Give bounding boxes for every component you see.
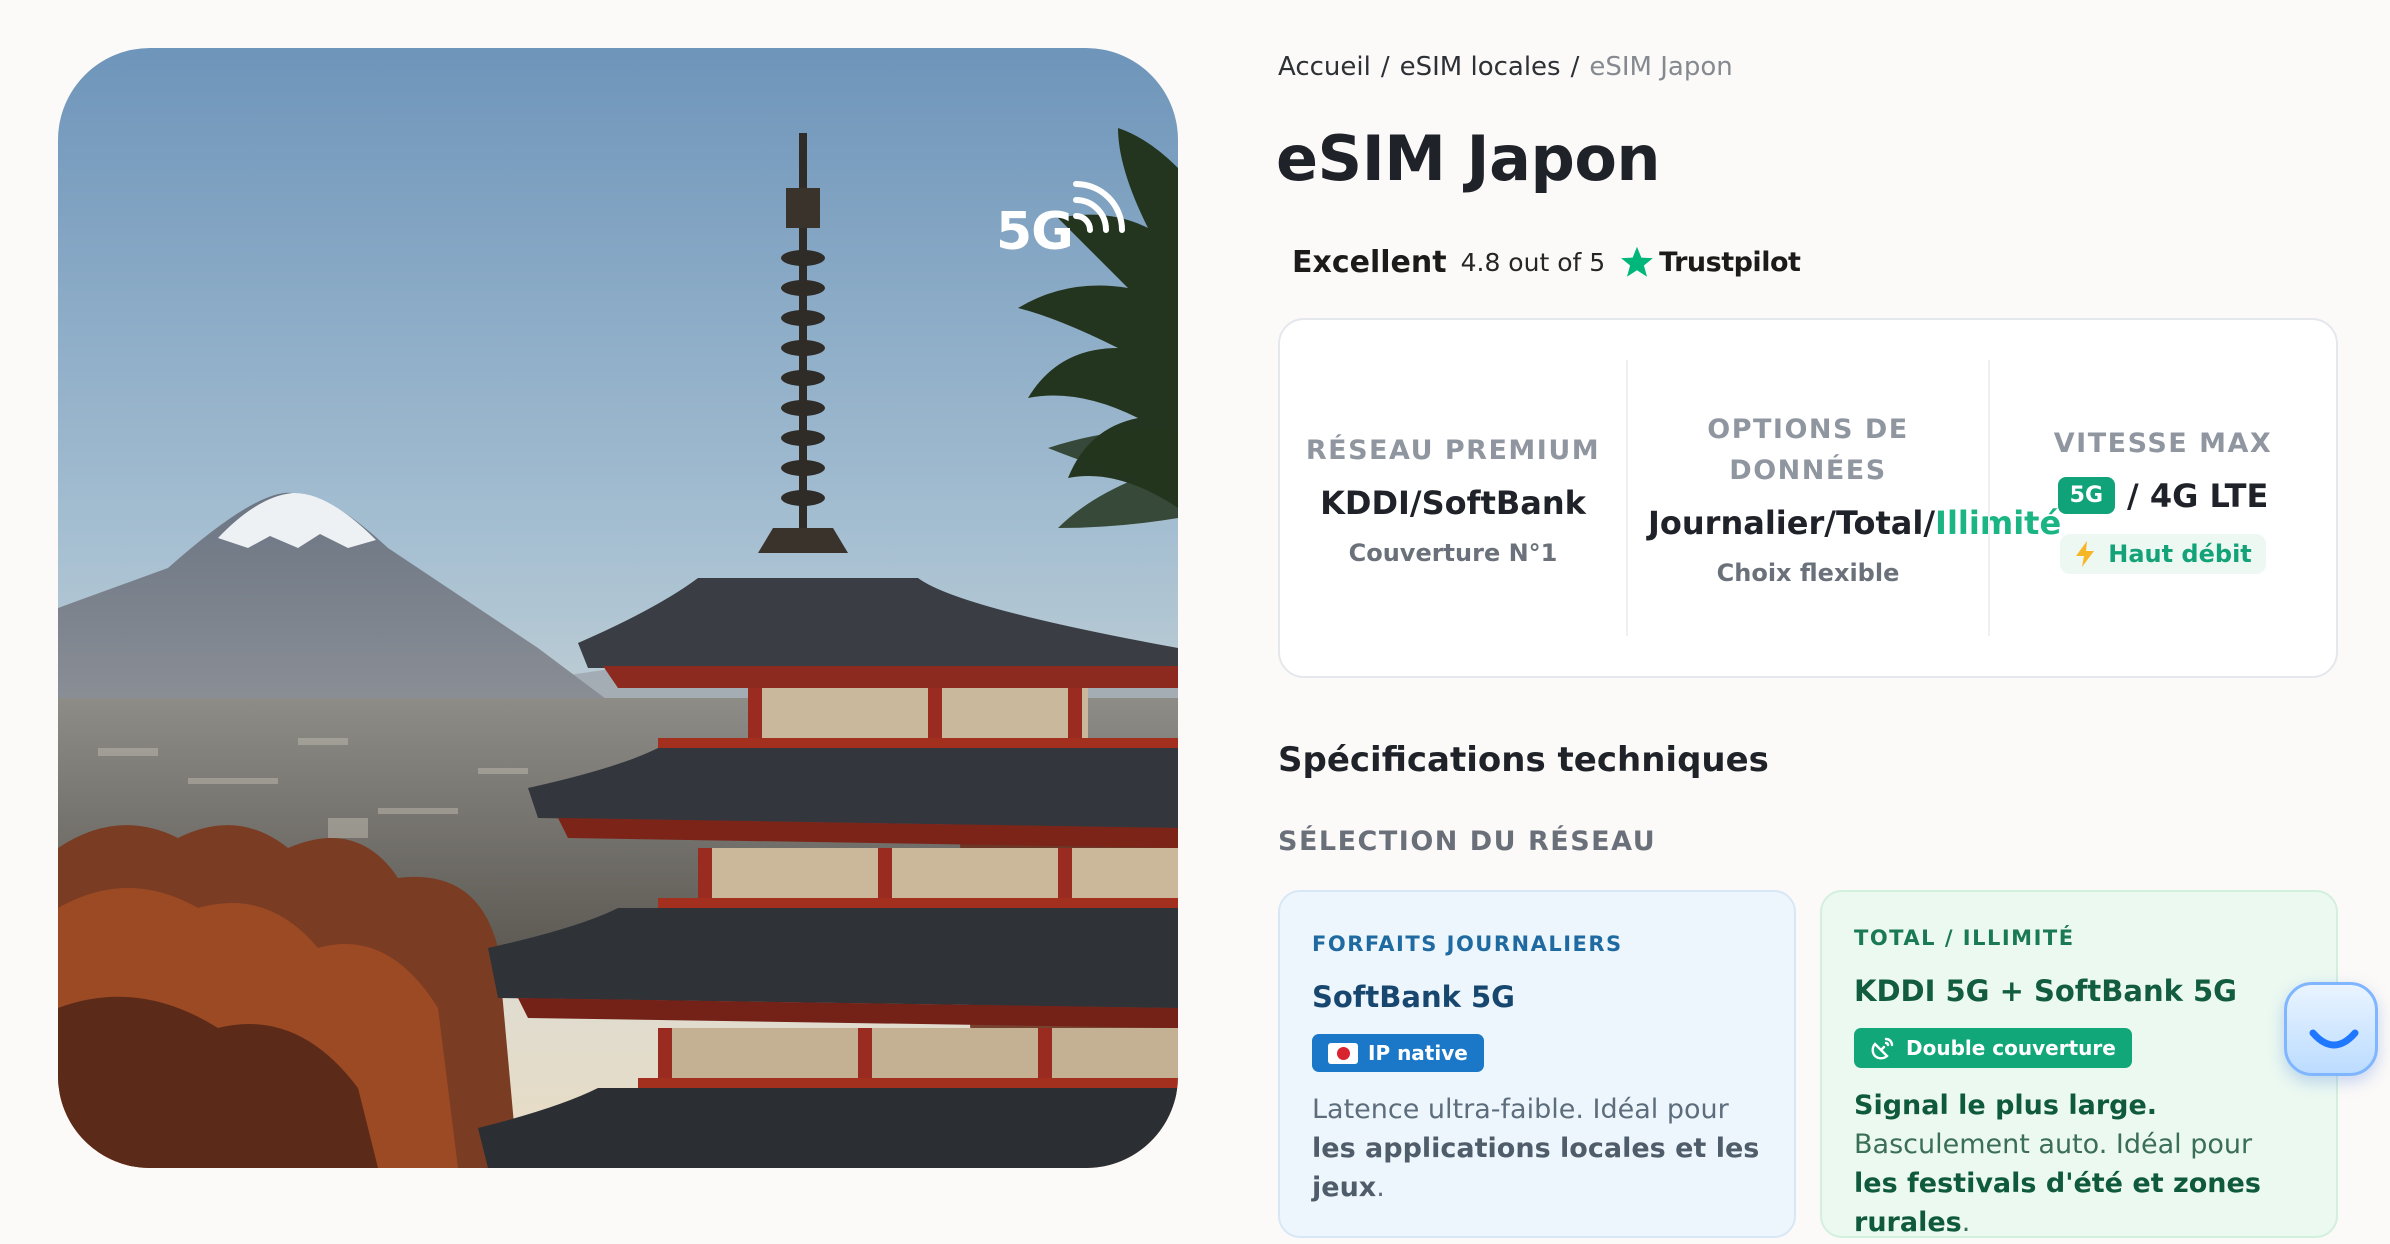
key-features-box: RÉSEAU PREMIUM KDDI/SoftBank Couverture … xyxy=(1278,318,2338,678)
total-unlimited-card: TOTAL / ILLIMITÉ KDDI 5G + SoftBank 5G D… xyxy=(1820,890,2338,1238)
native-ip-label: IP native xyxy=(1368,1041,1468,1065)
stat-network-value: KDDI/SoftBank xyxy=(1320,483,1586,522)
daily-plans-network: SoftBank 5G xyxy=(1312,980,1515,1014)
breadcrumb-current: eSIM Japon xyxy=(1589,52,1733,82)
high-speed-badge: Haut débit xyxy=(2060,533,2266,574)
desc-text: . xyxy=(1376,1172,1385,1203)
breadcrumb-local-esims[interactable]: eSIM locales xyxy=(1400,52,1561,82)
network-selection-heading: SÉLECTION DU RÉSEAU xyxy=(1278,826,1657,857)
native-ip-tag: IP native xyxy=(1312,1034,1484,1072)
trustpilot-logo-text: Trustpilot xyxy=(1659,246,1801,278)
breadcrumb: Accueil / eSIM locales / eSIM Japon xyxy=(1278,52,1733,82)
stat-data-options-value-prefix: Journalier/Total/ xyxy=(1648,504,1936,542)
stat-data-options: OPTIONS DE DONNÉES Journalier/Total/Illi… xyxy=(1626,360,2061,636)
5g-badge: 5G xyxy=(996,140,1166,280)
lightning-icon xyxy=(2076,540,2095,567)
double-coverage-label: Double couverture xyxy=(1906,1036,2116,1060)
daily-plans-kicker: FORFAITS JOURNALIERS xyxy=(1312,932,1623,956)
stat-network-label: RÉSEAU PREMIUM xyxy=(1305,434,1601,466)
stat-speed-label: VITESSE MAX xyxy=(2053,427,2273,459)
stat-data-options-value: Journalier/Total/Illimité xyxy=(1648,503,2061,543)
stat-speed-value: / 4G LTE xyxy=(2127,476,2269,515)
desc-bold: Signal le plus large. xyxy=(1854,1090,2158,1121)
breadcrumb-separator: / xyxy=(1570,52,1580,82)
trustpilot-rating[interactable]: Excellent 4.8 out of 5 Trustpilot xyxy=(1292,244,1801,280)
page-title: eSIM Japon xyxy=(1276,122,1661,195)
breadcrumb-separator: / xyxy=(1380,52,1390,82)
total-unlimited-kicker: TOTAL / ILLIMITÉ xyxy=(1854,926,2075,950)
daily-plans-description: Latence ultra-faible. Idéal pour les app… xyxy=(1312,1090,1762,1207)
desc-text: Latence ultra-faible. Idéal pour xyxy=(1312,1094,1729,1125)
specs-title: Spécifications techniques xyxy=(1278,740,1769,780)
desc-text: . xyxy=(1961,1207,1971,1238)
stat-data-options-sub: Choix flexible xyxy=(1716,559,1900,587)
total-unlimited-description: Signal le plus large. Basculement auto. … xyxy=(1854,1086,2304,1242)
rating-score: 4.8 out of 5 xyxy=(1460,247,1606,277)
stat-speed: VITESSE MAX 5G / 4G LTE Haut débit xyxy=(1988,360,2336,636)
desc-bold: les festivals d'été et zones rurales xyxy=(1854,1168,2261,1238)
stat-speed-row: 5G / 4G LTE xyxy=(2057,476,2269,516)
breadcrumb-home[interactable]: Accueil xyxy=(1278,52,1371,82)
star-icon xyxy=(1621,246,1654,277)
double-coverage-tag: Double couverture xyxy=(1854,1028,2132,1068)
5g-pill: 5G xyxy=(2057,477,2116,514)
stat-network-sub: Couverture N°1 xyxy=(1348,538,1558,567)
5g-badge-label: 5G xyxy=(996,202,1074,262)
high-speed-label: Haut débit xyxy=(2108,539,2252,568)
rating-label: Excellent xyxy=(1292,244,1447,280)
signal-waves-icon xyxy=(1073,181,1125,233)
hero-image: 5G xyxy=(58,48,1178,1168)
daily-plans-card: FORFAITS JOURNALIERS SoftBank 5G IP nati… xyxy=(1278,890,1796,1238)
stat-network: RÉSEAU PREMIUM KDDI/SoftBank Couverture … xyxy=(1280,320,1626,676)
smile-chat-icon xyxy=(2309,1029,2359,1049)
total-unlimited-network: KDDI 5G + SoftBank 5G xyxy=(1854,974,2237,1008)
chat-widget-button[interactable] xyxy=(2284,982,2378,1076)
desc-text: Basculement auto. Idéal pour xyxy=(1854,1129,2253,1160)
japan-flag-icon xyxy=(1328,1042,1358,1064)
satellite-icon xyxy=(1871,1037,1894,1060)
stat-data-options-label: OPTIONS DE DONNÉES xyxy=(1707,414,1909,486)
